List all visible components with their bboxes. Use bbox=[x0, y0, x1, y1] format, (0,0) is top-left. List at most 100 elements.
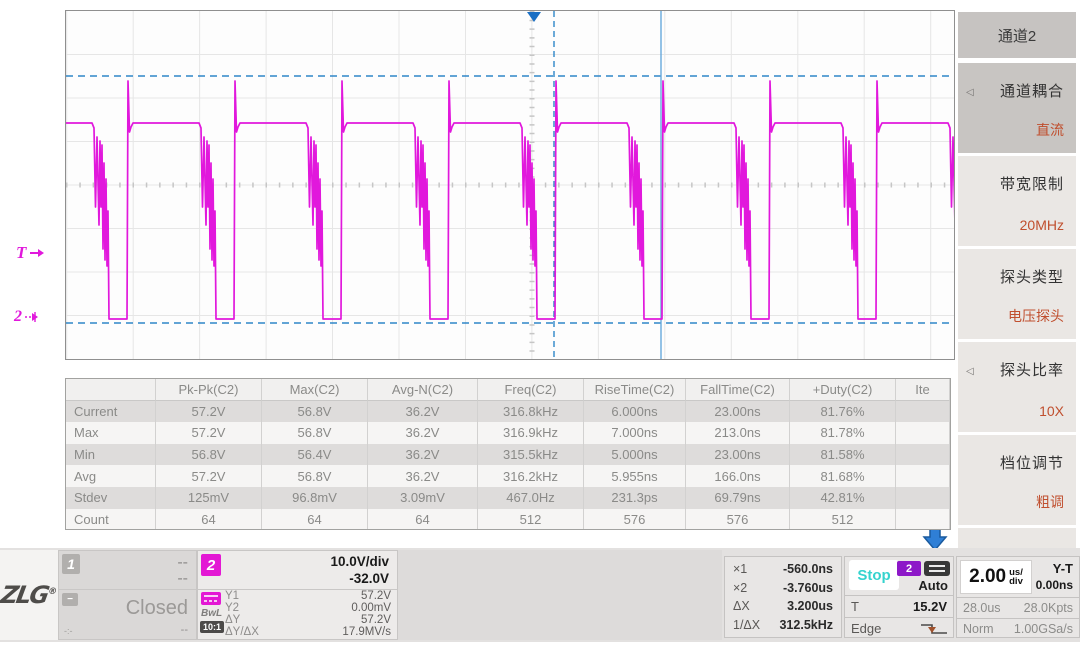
menu-title: 通道2 bbox=[958, 12, 1076, 58]
table-header-cell: Pk-Pk(C2) bbox=[156, 379, 262, 401]
menu-item-4[interactable]: ◁ 探头比率 10X bbox=[958, 342, 1076, 432]
run-stop-button[interactable]: Stop bbox=[849, 560, 899, 590]
table-cell: 57.2V bbox=[156, 465, 262, 487]
menu-item-2[interactable]: 带宽限制20MHz bbox=[958, 156, 1076, 246]
table-cell bbox=[896, 465, 950, 487]
menu-item-label: 档位调节 bbox=[1000, 452, 1064, 473]
table-cell: 81.68% bbox=[790, 465, 896, 487]
table-cell: 231.3ps bbox=[584, 487, 686, 509]
table-cell: 36.2V bbox=[368, 401, 478, 423]
status-bar-spacer bbox=[398, 550, 722, 640]
table-cell: 3.09mV bbox=[368, 487, 478, 509]
menu-item-label: 探头比率 bbox=[1000, 359, 1064, 380]
table-cell: 81.78% bbox=[790, 422, 896, 444]
table-cell: 23.00ns bbox=[686, 444, 790, 466]
table-cell: 56.8V bbox=[262, 422, 368, 444]
table-header-cell: Ite bbox=[896, 379, 950, 401]
menu-item-value: 20MHz bbox=[1020, 217, 1064, 233]
trigger-source-badge[interactable]: 2 bbox=[897, 561, 921, 576]
table-cell: 512 bbox=[790, 509, 896, 530]
table-cell: 36.2V bbox=[368, 444, 478, 466]
menu-item-label: 探头类型 bbox=[1000, 266, 1064, 287]
table-cell: 467.0Hz bbox=[478, 487, 584, 509]
status-bar: ZLG® 1 -- -- − Closed -:- -- 2 10.0V/div… bbox=[0, 548, 1080, 642]
table-cell: 57.2V bbox=[156, 401, 262, 423]
trigger-level-label: T bbox=[16, 243, 26, 263]
channel2-position-marker[interactable]: 2 bbox=[14, 308, 40, 326]
channel2-offset: -32.0V bbox=[349, 571, 389, 586]
timebase-scale-button[interactable]: 2.00 us/ div bbox=[960, 560, 1032, 594]
cursor-readout-value: 312.5kHz bbox=[779, 618, 833, 632]
channel2-position-label: 2 bbox=[14, 308, 22, 326]
table-cell: 56.4V bbox=[262, 444, 368, 466]
trigger-level-row: T 15.2V bbox=[845, 595, 953, 617]
expand-left-icon: ◁ bbox=[966, 87, 974, 98]
channel2-badge[interactable]: 2 bbox=[201, 554, 221, 576]
menu-item-5[interactable]: 档位调节粗调 bbox=[958, 435, 1076, 525]
table-cell: 56.8V bbox=[156, 444, 262, 466]
cursor-value: 57.2V bbox=[361, 590, 391, 602]
cursor-readout-value: -3.760us bbox=[783, 581, 833, 595]
expand-left-icon: ◁ bbox=[966, 366, 974, 377]
table-header-cell: Freq(C2) bbox=[478, 379, 584, 401]
table-cell: 316.9kHz bbox=[478, 422, 584, 444]
cursor-value: 57.2V bbox=[361, 614, 391, 626]
table-header-cell: FallTime(C2) bbox=[686, 379, 790, 401]
timebase-scale: 2.00 bbox=[969, 566, 1006, 588]
table-cell: 64 bbox=[262, 509, 368, 530]
trigger-level-value: 15.2V bbox=[913, 599, 947, 614]
menu-item-3[interactable]: 探头类型电压探头 bbox=[958, 249, 1076, 339]
cursor-value: 0.00mV bbox=[351, 602, 391, 614]
table-cell: 5.000ns bbox=[584, 444, 686, 466]
cursor-value: 17.9MV/s bbox=[342, 626, 391, 638]
cursor-readout-value: -560.0ns bbox=[783, 562, 833, 576]
trigger-mode[interactable]: Auto bbox=[918, 578, 948, 593]
menu-item-value: 粗调 bbox=[1036, 492, 1064, 512]
channel2-coupling-icon bbox=[201, 592, 221, 605]
table-cell: 56.8V bbox=[262, 401, 368, 423]
table-row-label: Stdev bbox=[66, 487, 156, 509]
cursor-label: ΔY/ΔX bbox=[225, 626, 259, 638]
measurement-table: Pk-Pk(C2)Max(C2)Avg-N(C2)Freq(C2)RiseTim… bbox=[65, 378, 951, 530]
table-cell: 64 bbox=[368, 509, 478, 530]
trigger-type[interactable]: Edge bbox=[851, 621, 881, 636]
acquire-mode: Norm bbox=[963, 622, 994, 636]
cursor-label: Y2 bbox=[225, 602, 239, 614]
table-cell bbox=[896, 509, 950, 530]
cursor-readout-row: 1/ΔX312.5kHz bbox=[733, 618, 833, 632]
table-header-cell: Avg-N(C2) bbox=[368, 379, 478, 401]
trigger-position-marker[interactable] bbox=[527, 12, 541, 22]
table-row-label: Count bbox=[66, 509, 156, 530]
table-cell: 56.8V bbox=[262, 465, 368, 487]
channel2-cursor-row: Y2 0.00mV bbox=[225, 602, 391, 614]
trigger-panel[interactable]: Stop 2 Auto T 15.2V Edge bbox=[844, 556, 954, 638]
menu-item-value: 10X bbox=[1039, 403, 1064, 419]
channel1-badge[interactable]: 1 bbox=[62, 554, 80, 574]
timebase-unit: us/ div bbox=[1009, 568, 1023, 587]
channel2-scale: 10.0V/div bbox=[330, 554, 389, 569]
table-header-cell: RiseTime(C2) bbox=[584, 379, 686, 401]
time-window: 28.0us bbox=[963, 601, 1001, 615]
table-cell: 57.2V bbox=[156, 422, 262, 444]
table-cell: 315.5kHz bbox=[478, 444, 584, 466]
menu-item-label: 通道耦合 bbox=[1000, 80, 1064, 101]
table-cell bbox=[896, 401, 950, 423]
channel2-panel[interactable]: 2 10.0V/div -32.0V BwL 10:1 Y157.2VY20.0… bbox=[197, 550, 398, 640]
divider bbox=[59, 589, 196, 590]
channel1-panel[interactable]: 1 -- -- − Closed -:- -- bbox=[58, 550, 197, 640]
cursor-readout-value: 3.200us bbox=[787, 599, 833, 613]
trigger-level-marker[interactable]: T bbox=[16, 243, 44, 263]
channel2-cursor-row: ΔY57.2V bbox=[225, 614, 391, 626]
table-cell bbox=[896, 487, 950, 509]
table-header-cell: +Duty(C2) bbox=[790, 379, 896, 401]
menu-item-1[interactable]: ◁通道耦合直流 bbox=[958, 63, 1076, 153]
table-cell: 316.2kHz bbox=[478, 465, 584, 487]
cursor-readout-row: ×1-560.0ns bbox=[733, 562, 833, 576]
trigger-type-row: Edge bbox=[845, 617, 953, 639]
channel1-footer-left: -:- bbox=[64, 626, 73, 636]
table-cell: 6.000ns bbox=[584, 401, 686, 423]
waveform-display[interactable] bbox=[65, 10, 955, 360]
timebase-panel[interactable]: 2.00 us/ div Y-T 0.00ns 28.0us 28.0Kpts … bbox=[956, 556, 1080, 638]
cursor-readout-row: ×2-3.760us bbox=[733, 581, 833, 595]
table-cell: 23.00ns bbox=[686, 401, 790, 423]
